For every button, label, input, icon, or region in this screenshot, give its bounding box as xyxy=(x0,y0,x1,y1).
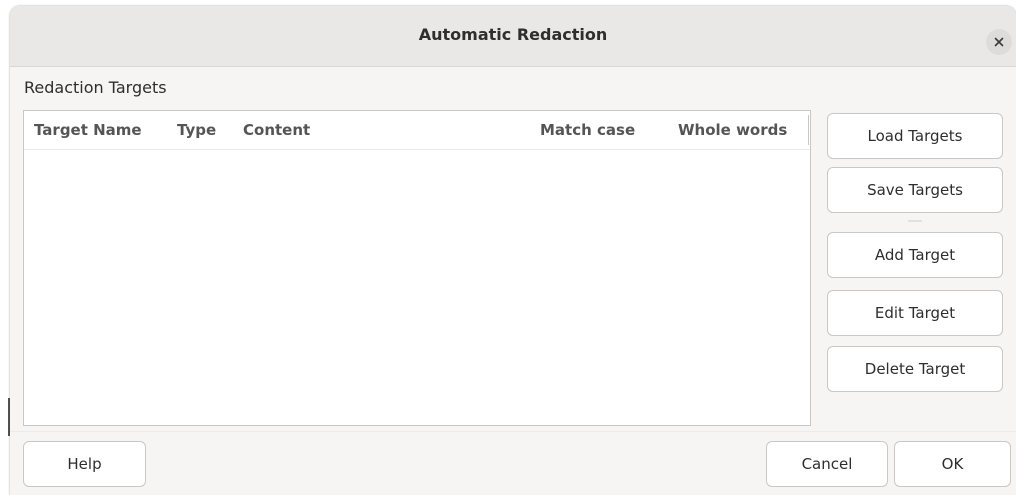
column-header-type[interactable]: Type xyxy=(177,121,216,139)
add-target-button[interactable]: Add Target xyxy=(827,232,1003,278)
title-bar: Automatic Redaction xyxy=(10,6,1016,67)
automatic-redaction-dialog: Automatic Redaction Redaction Targets Ta… xyxy=(10,6,1016,495)
table-header: Target Name Type Content Match case Whol… xyxy=(24,111,810,150)
close-icon xyxy=(994,37,1004,47)
edit-target-button[interactable]: Edit Target xyxy=(827,290,1003,336)
delete-target-button[interactable]: Delete Target xyxy=(827,346,1003,392)
save-targets-button[interactable]: Save Targets xyxy=(827,167,1003,213)
button-group-separator xyxy=(908,220,922,222)
targets-table[interactable]: Target Name Type Content Match case Whol… xyxy=(23,110,811,426)
close-button[interactable] xyxy=(986,29,1012,55)
dialog-title: Automatic Redaction xyxy=(418,25,608,44)
cancel-button[interactable]: Cancel xyxy=(766,441,888,487)
footer-separator xyxy=(10,431,1016,432)
ok-button[interactable]: OK xyxy=(894,441,1011,487)
column-header-whole-words[interactable]: Whole words xyxy=(678,121,806,139)
load-targets-button[interactable]: Load Targets xyxy=(827,113,1003,159)
redaction-targets-label: Redaction Targets xyxy=(24,78,167,97)
column-header-match-case[interactable]: Match case xyxy=(540,121,635,139)
column-divider xyxy=(808,115,809,145)
column-header-target-name[interactable]: Target Name xyxy=(34,121,142,139)
help-button[interactable]: Help xyxy=(23,441,146,487)
column-header-content[interactable]: Content xyxy=(243,121,310,139)
